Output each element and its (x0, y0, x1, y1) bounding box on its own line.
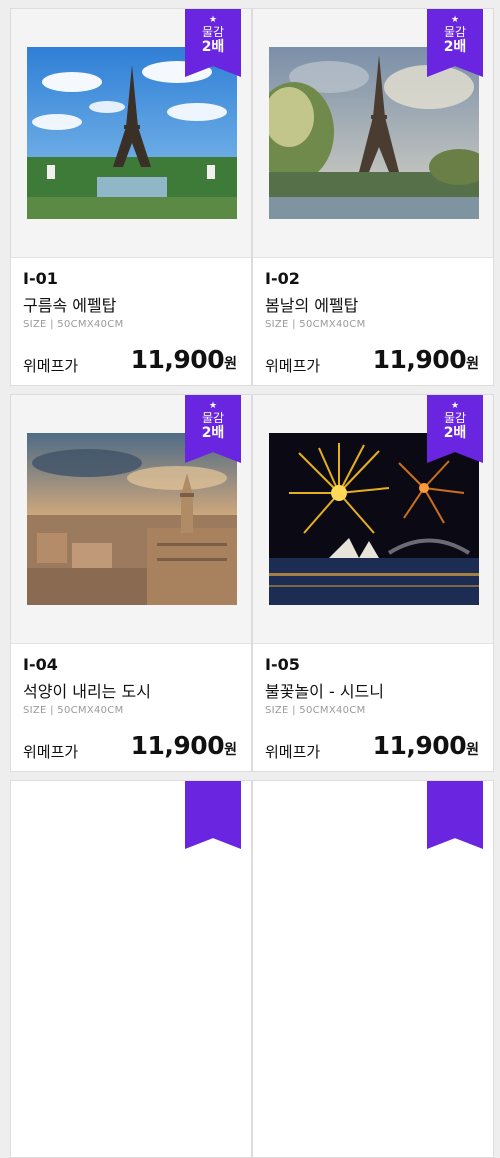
product-image-area: ★ 물감 2배 (253, 9, 493, 258)
paint-double-badge (427, 781, 483, 849)
product-size: SIZE | 50CMX40CM (265, 705, 366, 716)
star-icon: ★ (450, 401, 460, 411)
product-image[interactable] (27, 47, 237, 219)
product-image[interactable] (269, 433, 479, 605)
product-code: I-01 (23, 269, 58, 288)
product-price: 11,900원 (130, 345, 237, 374)
product-title[interactable]: 구름속 에펠탑 (23, 292, 116, 316)
product-price: 11,900원 (372, 345, 479, 374)
star-icon: ★ (208, 15, 218, 25)
product-size: SIZE | 50CMX40CM (23, 319, 124, 330)
product-image[interactable] (269, 47, 479, 219)
product-image[interactable] (27, 433, 237, 605)
product-card-i05[interactable]: ★ 물감 2배 I-05 불꽃놀이 - 시드니 SIZE | 50CMX40CM… (252, 394, 494, 772)
product-title[interactable]: 봄날의 에펠탑 (265, 292, 358, 316)
product-size: SIZE | 50CMX40CM (23, 705, 124, 716)
product-price: 11,900원 (372, 731, 479, 760)
product-code: I-02 (265, 269, 300, 288)
product-title[interactable]: 석양이 내리는 도시 (23, 678, 151, 702)
product-image-area: ★ 물감 2배 (253, 395, 493, 644)
price-label: 위메프가 (23, 357, 79, 375)
star-icon: ★ (450, 15, 460, 25)
product-card-partial[interactable] (252, 780, 494, 1158)
price-label: 위메프가 (23, 743, 79, 761)
product-card-i04[interactable]: ★ 물감 2배 I-04 석양이 내리는 도시 SIZE | 50CMX40CM… (10, 394, 252, 772)
product-card-i01[interactable]: ★ 물감 2배 I-01 구름속 에펠탑 SIZE | 50CMX40CM 위메… (10, 8, 252, 386)
product-card-i02[interactable]: ★ 물감 2배 I-02 봄날의 에펠탑 SIZE | 50CMX40CM 위메… (252, 8, 494, 386)
product-image-area: ★ 물감 2배 (11, 9, 251, 258)
product-code: I-04 (23, 655, 58, 674)
product-image-area: ★ 물감 2배 (11, 395, 251, 644)
paint-double-badge (185, 781, 241, 849)
price-label: 위메프가 (265, 357, 321, 375)
product-size: SIZE | 50CMX40CM (265, 319, 366, 330)
product-title[interactable]: 불꽃놀이 - 시드니 (265, 678, 384, 702)
price-label: 위메프가 (265, 743, 321, 761)
star-icon: ★ (208, 401, 218, 411)
product-code: I-05 (265, 655, 300, 674)
product-price: 11,900원 (130, 731, 237, 760)
product-card-partial[interactable] (10, 780, 252, 1158)
